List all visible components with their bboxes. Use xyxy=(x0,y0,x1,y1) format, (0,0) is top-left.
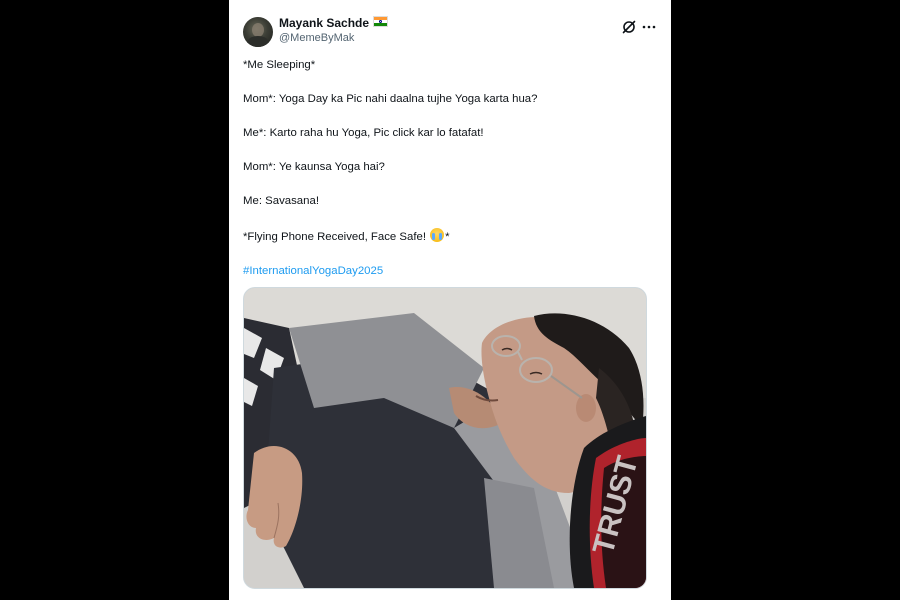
avatar-body xyxy=(247,36,269,47)
tweet-line-last-suffix: * xyxy=(445,231,450,243)
tweet-card: Mayank Sachde @MemeByMak *Me Sleeping* M… xyxy=(229,0,671,600)
tweet-photo[interactable]: TRUST xyxy=(243,287,647,589)
tweet-line-last: *Flying Phone Received, Face Safe! * xyxy=(243,228,657,244)
tweet-line: *Me Sleeping* xyxy=(243,59,316,71)
grok-icon[interactable] xyxy=(621,19,637,35)
india-flag-icon xyxy=(373,16,389,27)
avatar[interactable] xyxy=(243,17,273,47)
author-name-text[interactable]: Mayank Sachde xyxy=(279,16,369,30)
tweet-text: *Me Sleeping* Mom*: Yoga Day ka Pic nahi… xyxy=(243,58,657,298)
tweet-line: Mom*: Yoga Day ka Pic nahi daalna tujhe … xyxy=(243,93,538,105)
tweet-line: Me*: Karto raha hu Yoga, Pic click kar l… xyxy=(243,127,484,139)
avatar-face xyxy=(252,23,264,37)
page-background: Mayank Sachde @MemeByMak *Me Sleeping* M… xyxy=(0,0,900,600)
loudly-crying-face-emoji xyxy=(430,228,445,242)
tweet-line: Me: Savasana! xyxy=(243,195,319,207)
author-handle[interactable]: @MemeByMak xyxy=(279,31,388,45)
tweet-line: Mom*: Ye kaunsa Yoga hai? xyxy=(243,161,385,173)
tweet-line-last-prefix: *Flying Phone Received, Face Safe! xyxy=(243,231,430,243)
author-display-name[interactable]: Mayank Sachde xyxy=(279,16,389,31)
tweet-header: Mayank Sachde @MemeByMak xyxy=(243,14,657,50)
hashtag-link[interactable]: #InternationalYogaDay2025 xyxy=(243,264,657,278)
author-block[interactable]: Mayank Sachde @MemeByMak xyxy=(279,16,389,45)
more-options-icon[interactable] xyxy=(641,19,657,35)
